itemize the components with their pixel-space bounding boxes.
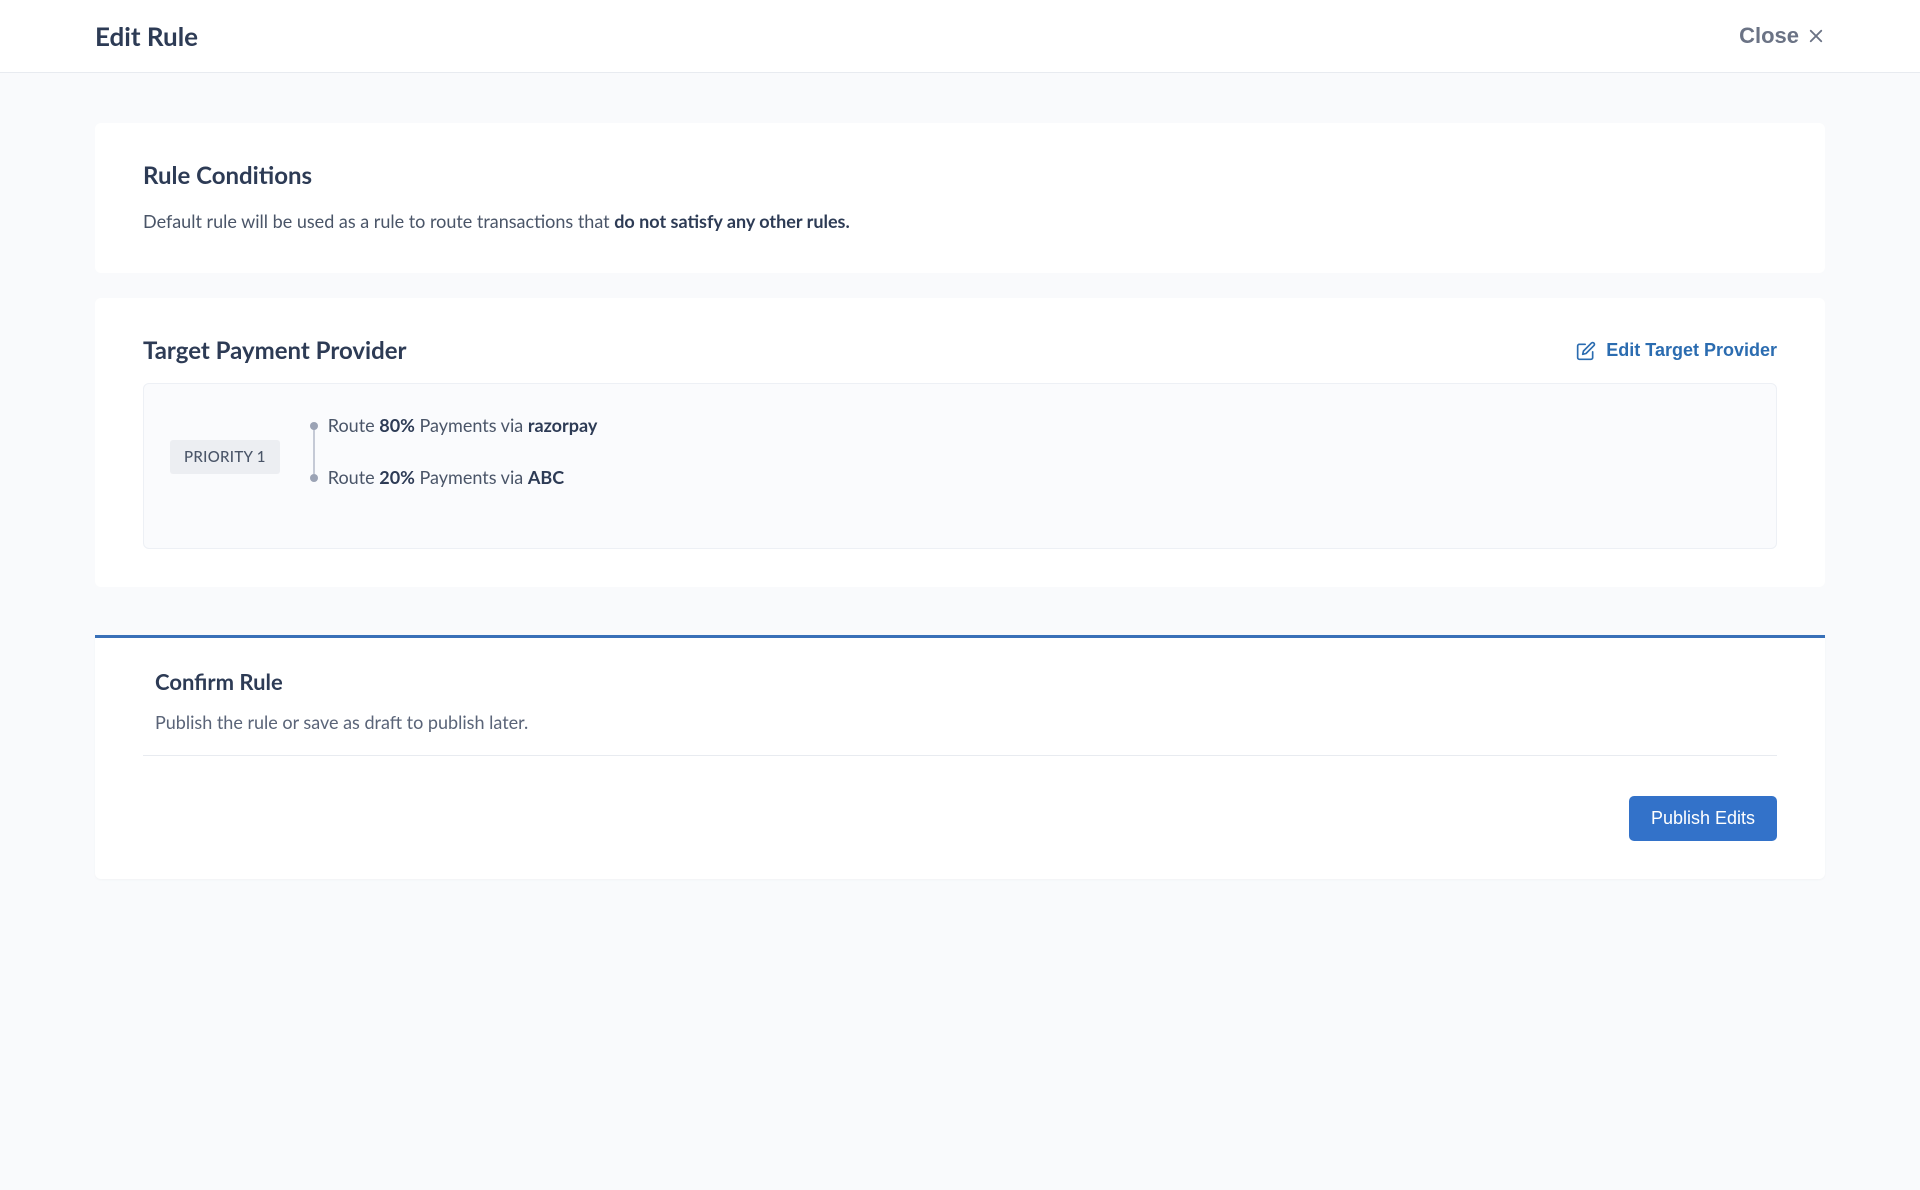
target-provider-title: Target Payment Provider: [143, 336, 407, 365]
target-provider-card: Target Payment Provider Edit Target Prov…: [95, 298, 1825, 587]
route-dot-icon: [310, 422, 318, 430]
page-title: Edit Rule: [95, 20, 198, 52]
close-icon: [1807, 27, 1825, 45]
publish-edits-button[interactable]: Publish Edits: [1629, 796, 1777, 841]
confirm-rule-subtext: Publish the rule or save as draft to pub…: [143, 711, 1777, 756]
route-provider: ABC: [528, 466, 564, 488]
provider-box: PRIORITY 1 Route 80% Payments via razorp…: [143, 383, 1777, 549]
rule-conditions-card: Rule Conditions Default rule will be use…: [95, 123, 1825, 273]
edit-icon: [1576, 341, 1596, 361]
rule-conditions-subtext-strong: do not satisfy any other rules.: [614, 210, 850, 232]
route-item: Route 20% Payments via ABC: [328, 466, 598, 488]
target-provider-header: Target Payment Provider Edit Target Prov…: [143, 336, 1777, 365]
confirm-actions: Publish Edits: [143, 756, 1777, 841]
route-connector-line: [313, 426, 315, 474]
confirm-rule-card: Confirm Rule Publish the rule or save as…: [95, 635, 1825, 879]
route-prefix: Route: [328, 466, 379, 488]
rule-conditions-subtext-prefix: Default rule will be used as a rule to r…: [143, 210, 614, 232]
rule-conditions-title: Rule Conditions: [143, 161, 1777, 190]
confirm-rule-title: Confirm Rule: [143, 668, 1777, 695]
main-container: Rule Conditions Default rule will be use…: [0, 73, 1920, 919]
edit-target-provider-label: Edit Target Provider: [1606, 340, 1777, 361]
page-header: Edit Rule Close: [0, 0, 1920, 73]
route-percent: 80%: [379, 414, 415, 436]
edit-target-provider-button[interactable]: Edit Target Provider: [1576, 340, 1777, 361]
route-dot-icon: [310, 474, 318, 482]
route-prefix: Route: [328, 414, 379, 436]
close-button[interactable]: Close: [1739, 23, 1825, 49]
route-provider: razorpay: [528, 414, 598, 436]
priority-badge: PRIORITY 1: [170, 440, 280, 474]
rule-conditions-subtext: Default rule will be used as a rule to r…: [143, 208, 1777, 235]
routes-list: Route 80% Payments via razorpay Route 20…: [310, 414, 598, 488]
close-label: Close: [1739, 23, 1799, 49]
route-middle: Payments via: [415, 414, 528, 436]
route-percent: 20%: [379, 466, 415, 488]
route-middle: Payments via: [415, 466, 528, 488]
route-item: Route 80% Payments via razorpay: [328, 414, 598, 436]
